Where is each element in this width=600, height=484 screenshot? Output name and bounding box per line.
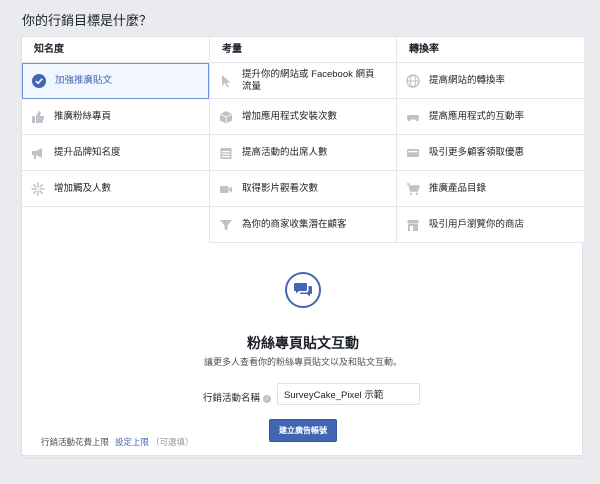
set-limit-link[interactable]: 設定上限	[115, 437, 149, 447]
gamepad-icon	[406, 110, 420, 124]
objective-grid: 知名度 加強推廣貼文 推廣粉絲專頁 提升品牌知名度 增加觸及人數 考量 提升你的…	[22, 37, 584, 251]
objective-label: 加強推廣貼文	[55, 75, 113, 86]
objective-panel: 知名度 加強推廣貼文 推廣粉絲專頁 提升品牌知名度 增加觸及人數 考量 提升你的…	[21, 36, 584, 456]
objective-description: 讓更多人查看你的粉絲專頁貼文以及和貼文互動。	[203, 357, 402, 367]
objective-label: 提升品牌知名度	[54, 146, 121, 158]
thumbs-up-icon	[31, 110, 45, 124]
column-header-conversion: 轉換率	[397, 37, 584, 63]
objective-label: 增加觸及人數	[54, 182, 112, 194]
objective-app-engagement[interactable]: 提高應用程式的互動率	[397, 99, 584, 135]
info-icon[interactable]: i	[263, 395, 272, 403]
calendar-icon	[219, 146, 233, 160]
column-conversion: 轉換率 提高網站的轉換率 提高應用程式的互動率 吸引更多顧客領取優惠 推廣產品目…	[396, 37, 584, 243]
objective-reach[interactable]: 增加觸及人數	[22, 171, 209, 207]
spending-limit-footer: 行銷活動花費上限 設定上限 （可選填）	[41, 436, 194, 448]
objective-label: 提高活動的出席人數	[242, 146, 328, 158]
check-circle-icon	[32, 74, 46, 88]
objective-label: 提高網站的轉換率	[429, 74, 506, 86]
objective-label: 取得影片觀看次數	[242, 182, 319, 194]
objective-lead-generation[interactable]: 為你的商家收集潛在顧客	[210, 207, 396, 243]
objective-label: 推廣粉絲專頁	[54, 110, 112, 122]
objective-store-visits[interactable]: 吸引用戶瀏覽你的商店	[397, 207, 584, 243]
box-icon	[219, 110, 233, 124]
megaphone-icon	[31, 146, 45, 160]
create-ad-account-button[interactable]: 建立廣告帳號	[269, 419, 337, 442]
objective-promote-page[interactable]: 推廣粉絲專頁	[22, 99, 209, 135]
objective-event-responses[interactable]: 提高活動的出席人數	[210, 135, 396, 171]
spending-limit-label: 行銷活動花費上限	[41, 437, 110, 447]
page-title: 你的行銷目標是什麼？	[22, 13, 153, 28]
campaign-name-input[interactable]	[277, 383, 420, 405]
objective-label: 提高應用程式的互動率	[429, 110, 525, 122]
objective-label: 推廣產品目錄	[429, 182, 487, 194]
objective-boost-post[interactable]: 加強推廣貼文	[22, 63, 209, 99]
coupon-icon	[406, 146, 420, 160]
objective-label: 增加應用程式安裝次數	[242, 110, 338, 122]
objective-label: 為你的商家收集潛在顧客	[242, 218, 347, 230]
footer-divider	[21, 458, 583, 459]
globe-icon	[406, 73, 420, 88]
column-consideration: 考量 提升你的網站或 Facebook 網頁流量 增加應用程式安裝次數 提高活動…	[209, 37, 396, 243]
column-awareness: 知名度 加強推廣貼文 推廣粉絲專頁 提升品牌知名度 增加觸及人數	[22, 37, 209, 207]
sparkle-icon	[31, 181, 45, 196]
objective-title: 粉絲專頁貼文互動	[247, 335, 359, 351]
objective-label: 提升你的網站或 Facebook 網頁流量	[242, 68, 375, 92]
column-header-consideration: 考量	[210, 37, 396, 63]
objective-label: 吸引用戶瀏覽你的商店	[429, 218, 525, 230]
objective-brand-awareness[interactable]: 提升品牌知名度	[22, 135, 209, 171]
column-header-awareness: 知名度	[22, 37, 209, 63]
objective-offer-claims[interactable]: 吸引更多顧客領取優惠	[397, 135, 584, 171]
campaign-name-label-text: 行銷活動名稱	[203, 393, 261, 404]
objective-website-conversions[interactable]: 提高網站的轉換率	[397, 63, 584, 99]
optional-note: （可選填）	[151, 437, 194, 447]
objective-product-catalog[interactable]: 推廣產品目錄	[397, 171, 584, 207]
campaign-name-label: 行銷活動名稱 i	[203, 390, 272, 404]
objective-video-views[interactable]: 取得影片觀看次數	[210, 171, 396, 207]
objective-traffic[interactable]: 提升你的網站或 Facebook 網頁流量	[210, 63, 396, 99]
cart-icon	[406, 182, 421, 196]
store-icon	[406, 218, 420, 232]
chat-bubbles-icon	[285, 272, 321, 308]
video-camera-icon	[219, 182, 233, 196]
funnel-icon	[219, 218, 233, 232]
objective-label: 吸引更多顧客領取優惠	[429, 146, 525, 158]
cursor-icon	[219, 74, 233, 88]
objective-app-installs[interactable]: 增加應用程式安裝次數	[210, 99, 396, 135]
